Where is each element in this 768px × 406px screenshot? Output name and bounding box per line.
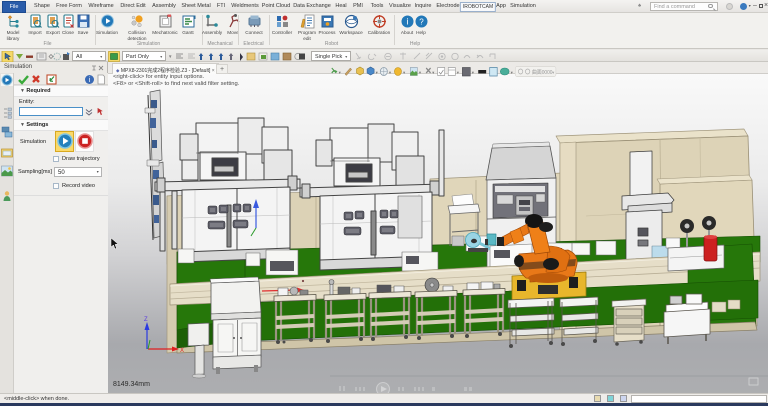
svg-text:▼: ▼ xyxy=(418,71,421,75)
svg-text:▼: ▼ xyxy=(471,71,474,75)
svg-text:▼: ▼ xyxy=(510,71,513,75)
svg-text:▼: ▼ xyxy=(168,54,172,59)
svg-text:▼: ▼ xyxy=(402,71,405,75)
svg-text:Z: Z xyxy=(144,317,148,323)
svg-text:▼: ▼ xyxy=(338,71,341,75)
svg-text:▼: ▼ xyxy=(551,71,554,75)
svg-text:X: X xyxy=(180,348,184,354)
svg-text:▼: ▼ xyxy=(375,71,378,75)
svg-text:▼: ▼ xyxy=(456,71,459,75)
svg-text:?: ? xyxy=(419,18,424,27)
svg-text:▼: ▼ xyxy=(431,71,434,75)
svg-text:▼: ▼ xyxy=(388,71,391,75)
svg-text:曲面0000: 曲面0000 xyxy=(532,68,553,76)
